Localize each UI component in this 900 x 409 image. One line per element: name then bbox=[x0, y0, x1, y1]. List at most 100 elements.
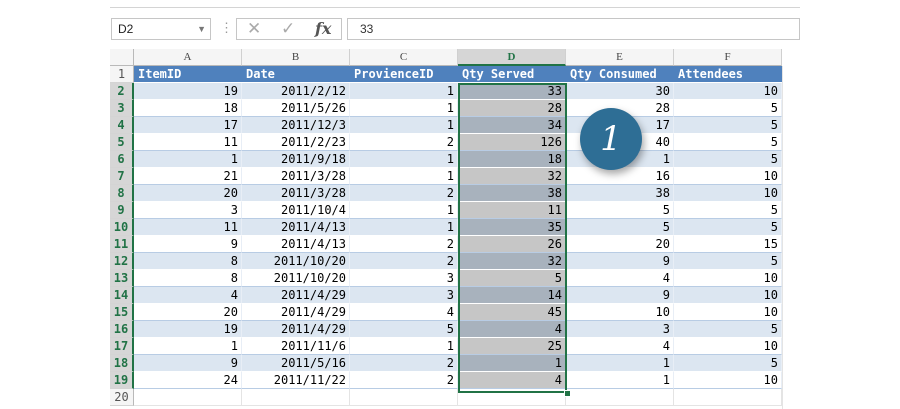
table-cell[interactable]: 5 bbox=[674, 134, 782, 151]
row-header[interactable]: 17 bbox=[110, 338, 134, 355]
row-header[interactable]: 3 bbox=[110, 100, 134, 117]
row-header[interactable]: 14 bbox=[110, 287, 134, 304]
table-cell[interactable]: 2011/10/20 bbox=[242, 253, 350, 270]
table-cell[interactable]: 2011/2/23 bbox=[242, 134, 350, 151]
table-cell[interactable]: 18 bbox=[134, 100, 242, 117]
table-cell[interactable]: 5 bbox=[566, 202, 674, 219]
table-cell[interactable]: 10 bbox=[674, 168, 782, 185]
table-cell[interactable]: 2011/4/13 bbox=[242, 219, 350, 236]
table-cell[interactable]: 14 bbox=[458, 287, 566, 304]
column-header-f[interactable]: F bbox=[674, 49, 782, 66]
row-header[interactable]: 5 bbox=[110, 134, 134, 151]
column-header-b[interactable]: B bbox=[242, 49, 350, 66]
table-cell[interactable]: 33 bbox=[458, 83, 566, 100]
table-cell[interactable]: 5 bbox=[674, 151, 782, 168]
table-cell[interactable]: 20 bbox=[566, 236, 674, 253]
table-cell[interactable]: 2011/4/29 bbox=[242, 287, 350, 304]
table-cell[interactable]: 10 bbox=[674, 270, 782, 287]
table-cell[interactable]: 5 bbox=[674, 321, 782, 338]
table-cell[interactable]: 38 bbox=[566, 185, 674, 202]
row-header[interactable]: 9 bbox=[110, 202, 134, 219]
row-header[interactable]: 1 bbox=[110, 66, 134, 83]
table-header-cell[interactable]: Date bbox=[242, 66, 350, 83]
table-cell[interactable]: 2011/2/12 bbox=[242, 83, 350, 100]
table-cell[interactable]: 2 bbox=[350, 134, 458, 151]
table-cell[interactable]: 3 bbox=[350, 270, 458, 287]
table-cell[interactable]: 11 bbox=[134, 134, 242, 151]
enter-icon[interactable]: ✓ bbox=[281, 19, 295, 39]
table-cell[interactable]: 1 bbox=[350, 151, 458, 168]
table-cell[interactable]: 5 bbox=[674, 100, 782, 117]
row-header[interactable]: 11 bbox=[110, 236, 134, 253]
table-header-cell[interactable]: ProvienceID bbox=[350, 66, 458, 83]
table-cell[interactable]: 1 bbox=[566, 372, 674, 389]
table-cell[interactable]: 25 bbox=[458, 338, 566, 355]
table-cell[interactable]: 2011/9/18 bbox=[242, 151, 350, 168]
table-cell[interactable]: 4 bbox=[350, 304, 458, 321]
table-cell[interactable]: 2 bbox=[350, 355, 458, 372]
table-cell[interactable]: 8 bbox=[134, 270, 242, 287]
table-cell[interactable]: 9 bbox=[566, 287, 674, 304]
table-cell[interactable]: 21 bbox=[134, 168, 242, 185]
column-header-d[interactable]: D bbox=[458, 49, 566, 66]
table-cell[interactable]: 2011/12/3 bbox=[242, 117, 350, 134]
row-header[interactable]: 16 bbox=[110, 321, 134, 338]
table-cell[interactable]: 45 bbox=[458, 304, 566, 321]
empty-cell[interactable] bbox=[458, 389, 566, 406]
table-cell[interactable]: 10 bbox=[674, 287, 782, 304]
table-cell[interactable]: 2011/4/13 bbox=[242, 236, 350, 253]
formula-input[interactable]: 33 bbox=[347, 18, 800, 40]
table-cell[interactable]: 5 bbox=[566, 219, 674, 236]
table-cell[interactable]: 1 bbox=[350, 100, 458, 117]
table-cell[interactable]: 4 bbox=[566, 270, 674, 287]
empty-cell[interactable] bbox=[350, 389, 458, 406]
table-cell[interactable]: 2 bbox=[350, 253, 458, 270]
table-cell[interactable]: 9 bbox=[134, 355, 242, 372]
table-cell[interactable]: 1 bbox=[134, 151, 242, 168]
table-cell[interactable]: 1 bbox=[350, 117, 458, 134]
table-cell[interactable]: 35 bbox=[458, 219, 566, 236]
table-cell[interactable]: 17 bbox=[134, 117, 242, 134]
empty-cell[interactable] bbox=[674, 389, 782, 406]
table-cell[interactable]: 2011/10/20 bbox=[242, 270, 350, 287]
table-cell[interactable]: 16 bbox=[566, 168, 674, 185]
chevron-down-icon[interactable]: ▼ bbox=[197, 19, 206, 39]
empty-cell[interactable] bbox=[566, 389, 674, 406]
select-all-corner[interactable] bbox=[110, 49, 134, 66]
row-header[interactable]: 20 bbox=[110, 389, 134, 406]
table-cell[interactable]: 2011/11/22 bbox=[242, 372, 350, 389]
table-cell[interactable]: 2011/11/6 bbox=[242, 338, 350, 355]
table-cell[interactable]: 5 bbox=[350, 321, 458, 338]
table-header-cell[interactable]: ItemID bbox=[134, 66, 242, 83]
table-cell[interactable]: 3 bbox=[134, 202, 242, 219]
table-header-cell[interactable]: Qty Served bbox=[458, 66, 566, 83]
table-cell[interactable]: 5 bbox=[674, 117, 782, 134]
table-cell[interactable]: 11 bbox=[134, 219, 242, 236]
table-cell[interactable]: 1 bbox=[350, 83, 458, 100]
table-cell[interactable]: 9 bbox=[134, 236, 242, 253]
insert-function-icon[interactable]: fx bbox=[315, 19, 331, 39]
table-cell[interactable]: 2011/10/4 bbox=[242, 202, 350, 219]
table-cell[interactable]: 2 bbox=[350, 185, 458, 202]
table-cell[interactable]: 34 bbox=[458, 117, 566, 134]
table-cell[interactable]: 15 bbox=[674, 236, 782, 253]
table-cell[interactable]: 4 bbox=[566, 338, 674, 355]
fill-handle[interactable] bbox=[564, 390, 571, 397]
table-cell[interactable]: 8 bbox=[134, 253, 242, 270]
row-header[interactable]: 8 bbox=[110, 185, 134, 202]
table-cell[interactable]: 32 bbox=[458, 168, 566, 185]
table-cell[interactable]: 24 bbox=[134, 372, 242, 389]
table-cell[interactable]: 5 bbox=[674, 355, 782, 372]
table-cell[interactable]: 10 bbox=[674, 338, 782, 355]
row-header[interactable]: 2 bbox=[110, 83, 134, 100]
table-cell[interactable]: 20 bbox=[134, 304, 242, 321]
table-cell[interactable]: 5 bbox=[674, 202, 782, 219]
table-cell[interactable]: 2 bbox=[350, 236, 458, 253]
table-cell[interactable]: 32 bbox=[458, 253, 566, 270]
row-header[interactable]: 13 bbox=[110, 270, 134, 287]
table-cell[interactable]: 2011/3/28 bbox=[242, 185, 350, 202]
table-cell[interactable]: 1 bbox=[350, 219, 458, 236]
table-cell[interactable]: 2011/3/28 bbox=[242, 168, 350, 185]
row-header[interactable]: 6 bbox=[110, 151, 134, 168]
row-header[interactable]: 10 bbox=[110, 219, 134, 236]
